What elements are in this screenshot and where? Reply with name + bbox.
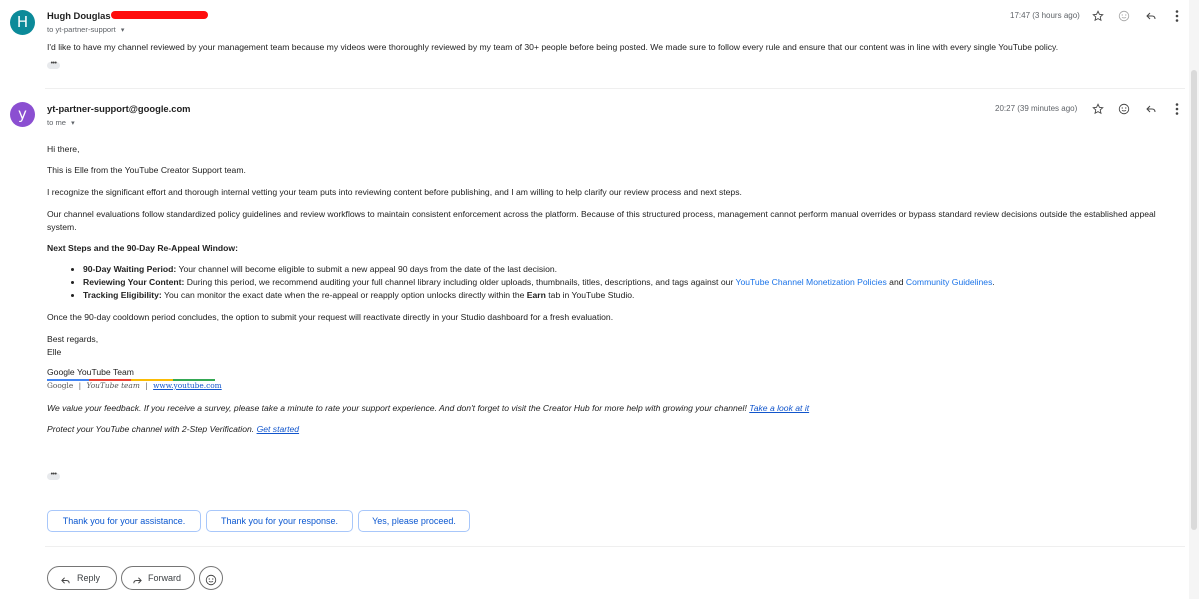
scrollbar-thumb[interactable] bbox=[1191, 70, 1197, 530]
paragraph: Our channel evaluations follow standardi… bbox=[47, 209, 1156, 232]
emoji-reaction-button[interactable] bbox=[199, 566, 223, 590]
emoji-icon[interactable] bbox=[1117, 102, 1131, 116]
smart-reply-chip[interactable]: Thank you for your assistance. bbox=[47, 510, 201, 532]
emoji-icon bbox=[205, 572, 217, 594]
reply-button[interactable]: Reply bbox=[47, 566, 117, 590]
intro-paragraph: This is Elle from the YouTube Creator Su… bbox=[47, 165, 246, 175]
sender-name[interactable]: Hugh Douglas bbox=[47, 10, 111, 21]
more-vert-icon[interactable] bbox=[1170, 102, 1184, 116]
youtube-url-link[interactable]: www.youtube.com bbox=[153, 381, 222, 390]
show-trimmed-content-button[interactable]: ••• bbox=[47, 60, 60, 69]
actions-divider bbox=[45, 546, 1185, 547]
next-steps-heading: Next Steps and the 90-Day Re-Appeal Wind… bbox=[47, 243, 238, 253]
reply-icon[interactable] bbox=[1144, 9, 1158, 23]
recipient-text: to yt-partner-support bbox=[47, 25, 116, 34]
sender-avatar[interactable]: H bbox=[10, 10, 35, 35]
creator-hub-link[interactable]: Take a look at it bbox=[749, 403, 809, 413]
more-vert-icon[interactable] bbox=[1170, 9, 1184, 23]
signature-name: Google YouTube Team bbox=[47, 367, 134, 377]
reply-label: Reply bbox=[77, 573, 101, 583]
smart-reply-chip[interactable]: Thank you for your response. bbox=[206, 510, 353, 532]
show-trimmed-content-button[interactable]: ••• bbox=[47, 471, 60, 480]
forward-button[interactable]: Forward bbox=[121, 566, 195, 590]
community-guidelines-link[interactable]: Community Guidelines bbox=[906, 277, 992, 287]
recipient-line[interactable]: to yt-partner-support ▾ bbox=[47, 25, 124, 34]
list-item: 90-Day Waiting Period: Your channel will… bbox=[83, 263, 1183, 276]
signoff: Elle bbox=[47, 347, 62, 357]
forward-icon bbox=[132, 572, 143, 594]
protect-paragraph: Protect your YouTube channel with 2-Step… bbox=[47, 424, 300, 434]
forward-label: Forward bbox=[148, 573, 182, 583]
message-divider bbox=[45, 88, 1185, 89]
feedback-paragraph: We value your feedback. If you receive a… bbox=[47, 403, 810, 413]
list-item: Tracking Eligibility: You can monitor th… bbox=[83, 289, 1183, 302]
message-body: I'd like to have my channel reviewed by … bbox=[47, 42, 1059, 52]
paragraph: I recognize the significant effort and t… bbox=[47, 187, 742, 197]
chevron-down-icon[interactable]: ▾ bbox=[71, 120, 75, 127]
star-icon[interactable] bbox=[1091, 9, 1105, 23]
next-steps-list: 90-Day Waiting Period: Your channel will… bbox=[47, 263, 1183, 302]
reply-icon bbox=[60, 572, 71, 594]
closing: Best regards, bbox=[47, 334, 99, 344]
greeting: Hi there, bbox=[47, 144, 80, 154]
star-icon[interactable] bbox=[1091, 102, 1105, 116]
signature-subline: Google | YouTube team | www.youtube.com bbox=[47, 381, 222, 390]
emoji-icon[interactable] bbox=[1117, 9, 1131, 23]
message-time: 20:27 (39 minutes ago) bbox=[995, 104, 1078, 113]
recipient-line[interactable]: to me ▾ bbox=[47, 118, 75, 127]
monetization-policies-link[interactable]: YouTube Channel Monetization Policies bbox=[736, 277, 887, 287]
recipient-text: to me bbox=[47, 118, 66, 127]
sender-email[interactable]: yt-partner-support@google.com bbox=[47, 103, 191, 114]
list-item: Reviewing Your Content: During this peri… bbox=[83, 276, 1183, 289]
get-started-link[interactable]: Get started bbox=[257, 424, 300, 434]
reply-icon[interactable] bbox=[1144, 102, 1158, 116]
smart-reply-chip[interactable]: Yes, please proceed. bbox=[358, 510, 470, 532]
paragraph: Once the 90-day cooldown period conclude… bbox=[47, 312, 614, 322]
chevron-down-icon[interactable]: ▾ bbox=[121, 27, 125, 34]
message-time: 17:47 (3 hours ago) bbox=[1010, 11, 1080, 20]
sender-avatar[interactable]: y bbox=[10, 102, 35, 127]
redaction-mark bbox=[111, 11, 208, 19]
